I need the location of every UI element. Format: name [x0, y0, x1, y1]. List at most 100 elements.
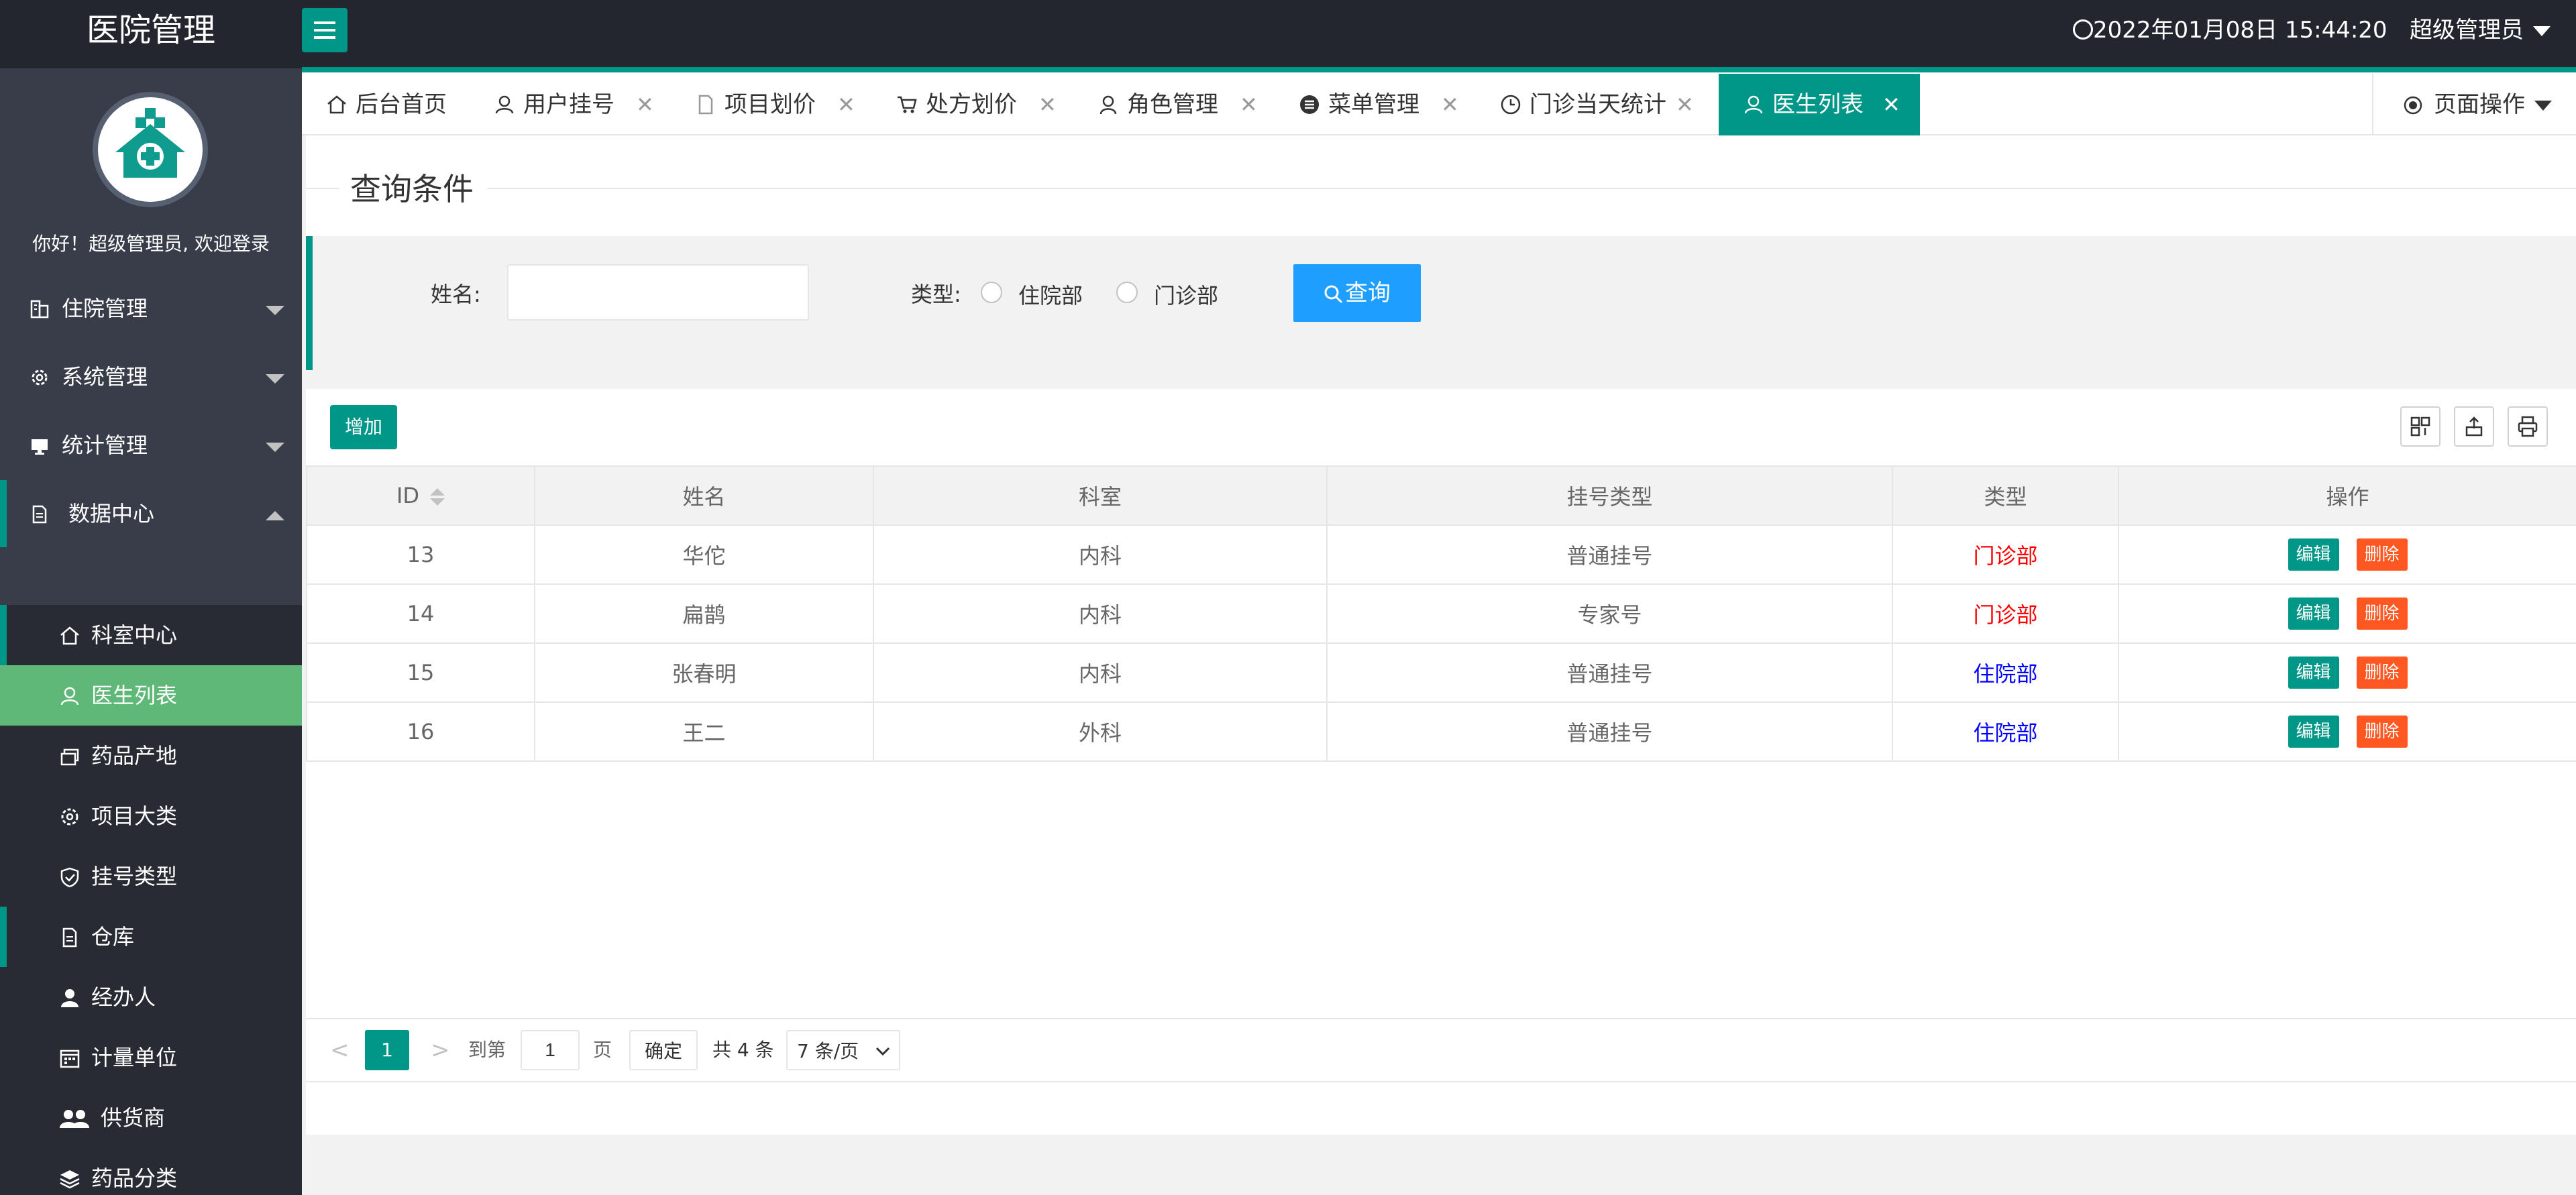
goto-label: 到第 — [468, 1039, 506, 1061]
top-header: 医院管理 2022年01月08日 15:44:20 超级管理员 — [0, 0, 2576, 68]
tab-role-management[interactable]: 角色管理 ✕ — [1073, 74, 1275, 135]
add-button[interactable]: 增加 — [330, 405, 397, 449]
gear-icon — [61, 808, 78, 826]
delete-button[interactable]: 删除 — [2356, 657, 2408, 689]
cell-dept: 内科 — [873, 583, 1328, 644]
active-indicator — [0, 605, 7, 665]
home-icon — [60, 626, 79, 645]
close-icon[interactable]: ✕ — [1240, 74, 1258, 135]
search-button[interactable]: 查询 — [1293, 264, 1421, 322]
sidebar-item-suppliers[interactable]: 供货商 — [0, 1088, 302, 1148]
clock-icon — [2073, 19, 2093, 40]
sidebar-item-label: 仓库 — [91, 924, 135, 950]
user-name: 超级管理员 — [2410, 17, 2524, 44]
page-operations-menu[interactable]: 页面操作 — [2372, 74, 2576, 135]
sidebar-item-registration-type[interactable]: 挂号类型 — [0, 846, 302, 907]
radio-inpatient-label[interactable]: 住院部 — [1018, 279, 1083, 310]
sidebar-item-label: 计量单位 — [91, 1045, 178, 1070]
cell-type: 门诊部 — [1892, 524, 2119, 585]
tab-outpatient-daily-stats[interactable]: 门诊当天统计 ✕ — [1476, 74, 1711, 135]
next-page-icon[interactable]: > — [431, 1030, 450, 1070]
gear-icon — [32, 369, 48, 386]
user-menu[interactable]: 超级管理员 — [2410, 0, 2551, 60]
prev-page-icon[interactable]: < — [330, 1030, 350, 1070]
goto-page-input[interactable] — [521, 1030, 580, 1070]
footer-area — [306, 1135, 2576, 1195]
hospital-logo-icon — [105, 104, 196, 195]
sidebar-item-drug-origin[interactable]: 药品产地 — [0, 726, 302, 786]
tab-project-pricing[interactable]: 项目划价 ✕ — [671, 74, 872, 135]
confirm-page-button[interactable]: 确定 — [629, 1030, 698, 1070]
avatar — [93, 92, 208, 207]
table-row: 16 王二 外科 普通挂号 住院部 编辑 删除 — [306, 701, 2576, 762]
user-icon — [60, 687, 79, 705]
chevron-down-icon — [2533, 26, 2551, 36]
close-icon[interactable]: ✕ — [1038, 74, 1057, 135]
radio-outpatient-label[interactable]: 门诊部 — [1154, 279, 1218, 310]
tab-label: 用户挂号 — [523, 91, 614, 118]
welcome-text: 你好！超级管理员, 欢迎登录 — [32, 233, 270, 255]
export-button[interactable] — [2454, 406, 2494, 447]
tab-bar-accent — [302, 67, 2576, 72]
close-icon[interactable]: ✕ — [837, 74, 855, 135]
edit-button[interactable]: 编辑 — [2288, 716, 2339, 748]
cell-reg-type: 普通挂号 — [1326, 701, 1893, 762]
edit-button[interactable]: 编辑 — [2288, 657, 2339, 689]
sidebar-item-doctors[interactable]: 医生列表 — [0, 665, 302, 726]
sidebar-item-departments[interactable]: 科室中心 — [0, 605, 302, 665]
spacer — [306, 370, 2576, 389]
divider — [487, 188, 2576, 189]
close-icon[interactable]: ✕ — [1441, 74, 1459, 135]
sidebar-item-drug-category[interactable]: 药品分类 — [0, 1148, 302, 1195]
sidebar-menu-system[interactable]: 系统管理 — [0, 343, 302, 410]
sidebar-item-units[interactable]: 计量单位 — [0, 1027, 302, 1088]
sidebar-menu-inpatient[interactable]: 住院管理 — [0, 275, 302, 342]
columns-filter-button[interactable] — [2400, 406, 2440, 447]
cell-id: 16 — [306, 701, 535, 762]
query-form: 姓名: 类型: 住院部 门诊部 查询 — [306, 236, 2576, 370]
sort-icon[interactable] — [430, 488, 445, 506]
edit-button[interactable]: 编辑 — [2288, 598, 2339, 630]
tab-user-registration[interactable]: 用户挂号 ✕ — [470, 74, 671, 135]
tab-prescription-pricing[interactable]: 处方划价 ✕ — [872, 74, 1073, 135]
sidebar-menu-label: 数据中心 — [68, 501, 155, 526]
page-size-select[interactable]: 7 条/页 — [786, 1030, 900, 1070]
sidebar-menu-label: 系统管理 — [62, 364, 148, 390]
radio-outpatient[interactable] — [1116, 282, 1138, 303]
delete-button[interactable]: 删除 — [2356, 538, 2408, 571]
sidebar-item-handler[interactable]: 经办人 — [0, 967, 302, 1027]
close-icon[interactable]: ✕ — [636, 74, 654, 135]
print-button[interactable] — [2508, 406, 2548, 447]
edit-button[interactable]: 编辑 — [2288, 538, 2339, 571]
page-size-value: 7 条/页 — [797, 1040, 859, 1062]
menu-toggle-button[interactable] — [302, 8, 347, 52]
person-icon — [1099, 95, 1117, 115]
target-icon — [2404, 96, 2422, 115]
tab-doctor-list[interactable]: 医生列表 ✕ — [1719, 74, 1920, 135]
table-row: 13 华佗 内科 普通挂号 门诊部 编辑 删除 — [306, 524, 2576, 585]
tab-menu-management[interactable]: 菜单管理 ✕ — [1275, 74, 1476, 135]
chevron-up-icon — [266, 511, 284, 520]
column-header-dept: 科室 — [873, 465, 1328, 526]
page-1-button[interactable]: 1 — [365, 1030, 409, 1070]
delete-button[interactable]: 删除 — [2356, 716, 2408, 748]
name-input[interactable] — [507, 264, 809, 321]
tab-home[interactable]: 后台首页 — [302, 74, 460, 135]
calendar-icon — [60, 1049, 80, 1068]
sidebar-item-project-category[interactable]: 项目大类 — [0, 786, 302, 846]
radio-inpatient[interactable] — [981, 282, 1002, 303]
delete-button[interactable]: 删除 — [2356, 598, 2408, 630]
cell-actions: 编辑 删除 — [2118, 701, 2576, 762]
document-icon — [698, 95, 713, 115]
group-icon — [60, 1110, 89, 1128]
close-icon[interactable]: ✕ — [1882, 74, 1900, 135]
sidebar-menu-statistics[interactable]: 统计管理 — [0, 412, 302, 479]
user-icon — [495, 95, 514, 114]
name-label: 姓名: — [431, 282, 481, 307]
page-suffix: 页 — [593, 1039, 612, 1061]
sidebar-item-warehouse[interactable]: 仓库 — [0, 907, 302, 967]
close-icon[interactable]: ✕ — [1676, 74, 1694, 135]
column-header-id[interactable]: ID — [306, 465, 535, 526]
sidebar-menu-datacenter[interactable]: 数据中心 — [0, 480, 302, 547]
search-button-label: 查询 — [1345, 280, 1391, 306]
